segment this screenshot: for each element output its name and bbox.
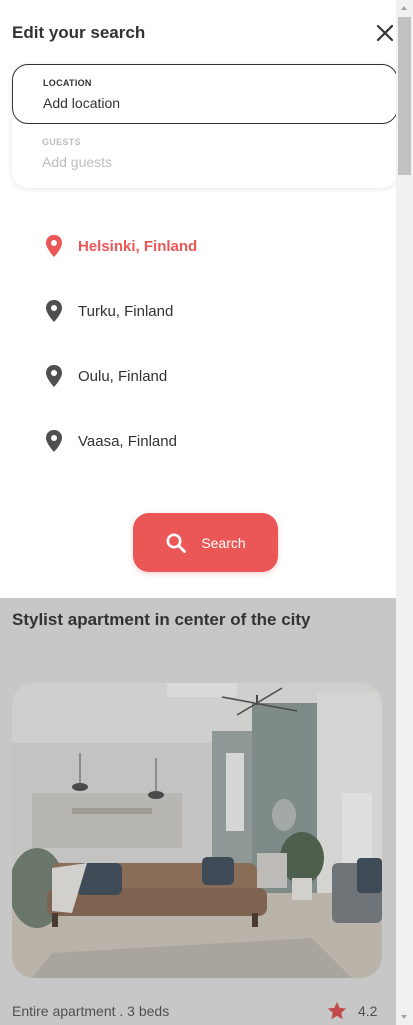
search-button[interactable]: Search (133, 513, 278, 572)
dimmed-listing[interactable]: Stylist apartment in center of the city (0, 598, 396, 1025)
location-option-label: Helsinki, Finland (78, 237, 198, 255)
search-icon (166, 533, 187, 553)
location-input[interactable]: Add location (43, 95, 120, 111)
listing-photo[interactable] (12, 683, 382, 978)
search-fields: LOCATION Add location GUESTS Add guests (12, 64, 398, 188)
scrollbar-thumb[interactable] (398, 17, 411, 175)
location-option-turku[interactable]: Turku, Finland (44, 296, 344, 326)
location-pin-icon (46, 430, 62, 452)
location-field-label: LOCATION (43, 78, 92, 88)
listing-title: Stylist apartment in center of the city (12, 610, 311, 629)
star-icon (327, 1001, 347, 1020)
guests-field-label: GUESTS (42, 137, 81, 147)
location-field[interactable]: LOCATION Add location (12, 64, 398, 124)
drawer-title: Edit your search (12, 23, 146, 42)
rating-value: 4.2 (358, 1003, 378, 1019)
guests-input[interactable]: Add guests (42, 154, 112, 170)
location-option-vaasa[interactable]: Vaasa, Finland (44, 426, 344, 456)
search-drawer: Edit your search LOCATION Add location G… (0, 0, 398, 598)
scroll-up-arrow[interactable] (396, 0, 413, 17)
listing-rating: 4.2 (326, 1000, 377, 1022)
location-pin-icon (46, 365, 62, 387)
scroll-down-arrow[interactable] (396, 1008, 413, 1025)
location-pin-icon (46, 235, 62, 257)
search-button-label: Search (201, 534, 246, 551)
listing-meta: Entire apartment . 3 beds (12, 1003, 170, 1019)
location-option-label: Turku, Finland (78, 302, 174, 320)
location-option-label: Oulu, Finland (78, 367, 168, 385)
close-icon[interactable] (374, 22, 396, 44)
location-option-helsinki[interactable]: Helsinki, Finland (44, 231, 344, 261)
location-option-oulu[interactable]: Oulu, Finland (44, 361, 344, 391)
location-pin-icon (46, 300, 62, 322)
location-option-label: Vaasa, Finland (78, 432, 177, 450)
scrollbar[interactable] (396, 0, 413, 1025)
